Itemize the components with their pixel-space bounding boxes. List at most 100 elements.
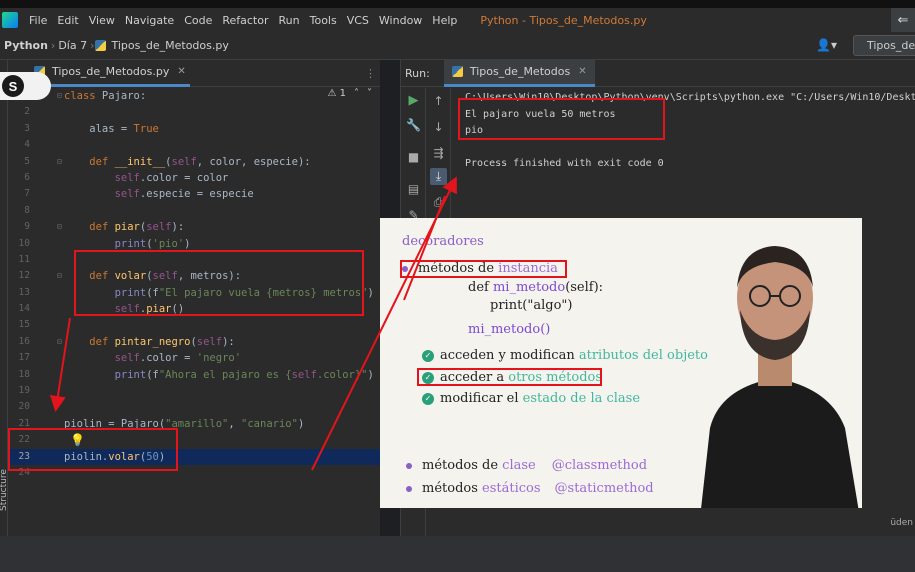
- line-number[interactable]: 20: [8, 399, 30, 415]
- menu-help[interactable]: Help: [427, 14, 462, 27]
- menu-view[interactable]: View: [84, 14, 120, 27]
- code-line[interactable]: 18 print(f"Ahora el pajaro es {self.colo…: [8, 367, 380, 383]
- window-back-icon[interactable]: ⇐: [891, 8, 915, 32]
- wrench-icon[interactable]: 🔧: [405, 116, 422, 133]
- code-line-text: def pintar_negro(self):: [89, 335, 235, 348]
- code-line[interactable]: 5 ⊟ def __init__(self, color, especie):: [8, 154, 380, 170]
- line-number[interactable]: 9: [8, 219, 30, 235]
- menu-navigate[interactable]: Navigate: [120, 14, 179, 27]
- annotation-box-call: [8, 428, 178, 471]
- run-tab[interactable]: Tipos_de_Metodos ✕: [443, 59, 595, 87]
- line-number[interactable]: 6: [8, 170, 30, 186]
- code-line[interactable]: 15: [8, 317, 380, 333]
- line-number[interactable]: 15: [8, 317, 30, 333]
- line-number[interactable]: 13: [8, 285, 30, 301]
- close-icon[interactable]: ✕: [578, 66, 586, 77]
- menu-window[interactable]: Window: [374, 14, 427, 27]
- line-number[interactable]: 12: [8, 268, 30, 284]
- code-line[interactable]: 16 ⊟ def pintar_negro(self):: [8, 334, 380, 350]
- code-line[interactable]: 7 self.especie = especie: [8, 186, 380, 202]
- rerun-icon[interactable]: ▶: [405, 92, 422, 109]
- line-number[interactable]: 4: [8, 137, 30, 153]
- code-line-text: def __init__(self, color, especie):: [89, 155, 311, 168]
- code-line[interactable]: 17 self.color = 'negro': [8, 350, 380, 366]
- run-tab-label: Tipos_de_Metodos: [469, 65, 571, 78]
- slide-check-attributes: ✓ acceden y modifican atributos del objet…: [422, 348, 708, 363]
- line-number[interactable]: 3: [8, 121, 30, 137]
- print-icon[interactable]: ⎙: [430, 194, 447, 211]
- navigation-bar: Python › Día 7 › Tipos_de_Metodos.py 👤▾ …: [0, 32, 915, 60]
- line-number[interactable]: 8: [8, 203, 30, 219]
- more-tabs-icon[interactable]: ⋮: [365, 67, 376, 80]
- line-number[interactable]: 19: [8, 383, 30, 399]
- code-line[interactable]: 6 self.color = color: [8, 170, 380, 186]
- stop-icon[interactable]: ■: [405, 148, 422, 165]
- scroll-to-end-icon[interactable]: ⤓: [430, 168, 447, 185]
- run-configuration-select[interactable]: Tipos_de: [853, 35, 915, 56]
- line-number[interactable]: 18: [8, 367, 30, 383]
- line-number[interactable]: 16: [8, 334, 30, 350]
- menu-refactor[interactable]: Refactor: [217, 14, 273, 27]
- code-line-text: class Pajaro:: [64, 90, 147, 102]
- code-line[interactable]: 4: [8, 137, 380, 153]
- editor-tab-file[interactable]: Tipos_de_Metodos.py ✕: [30, 60, 190, 87]
- soft-wrap-icon[interactable]: ⇶: [430, 144, 447, 161]
- menu-code[interactable]: Code: [179, 14, 217, 27]
- slide-print-line: print("algo"): [490, 298, 573, 313]
- fold-icon[interactable]: ⊟: [57, 219, 62, 235]
- line-number[interactable]: 14: [8, 301, 30, 317]
- breadcrumb-separator: ›: [90, 39, 95, 52]
- menu-file[interactable]: File: [24, 14, 52, 27]
- code-line[interactable]: 9 ⊟ def piar(self):: [8, 219, 380, 235]
- bullet-icon: [406, 485, 412, 492]
- check-icon: ✓: [422, 349, 434, 362]
- python-file-icon: [94, 40, 106, 51]
- layout-icon[interactable]: ▤: [405, 180, 422, 197]
- breadcrumb-project[interactable]: Python: [0, 39, 51, 52]
- code-line[interactable]: 19: [8, 383, 380, 399]
- code-line[interactable]: 8: [8, 203, 380, 219]
- menu-run[interactable]: Run: [274, 14, 305, 27]
- fold-icon[interactable]: ⊟: [57, 268, 62, 284]
- code-line-text: print(f"Ahora el pajaro es {self.color}"…: [114, 368, 374, 381]
- menu-edit[interactable]: Edit: [52, 14, 83, 27]
- annotation-box-instancia: [400, 260, 567, 278]
- code-line-text: def piar(self):: [89, 221, 185, 234]
- code-line[interactable]: 2: [8, 104, 380, 120]
- fold-icon[interactable]: ⊟: [57, 334, 62, 350]
- fold-icon[interactable]: ⊟: [57, 154, 62, 170]
- arrow-down-icon[interactable]: ↓: [430, 118, 447, 135]
- breadcrumb-file[interactable]: Tipos_de_Metodos.py: [109, 39, 232, 52]
- annotation-box-volar: [74, 250, 364, 316]
- console-line: Process finished with exit code 0: [465, 158, 664, 169]
- user-account-icon[interactable]: 👤▾: [816, 38, 837, 52]
- line-number[interactable]: 2: [8, 104, 30, 120]
- slide-static-methods: métodos estáticos @staticmethod: [406, 481, 654, 496]
- fold-icon[interactable]: ⊟: [57, 88, 62, 104]
- line-number[interactable]: 10: [8, 236, 30, 252]
- run-tab-bar: Run: Tipos_de_Metodos ✕: [401, 59, 915, 87]
- slide-static-a: métodos: [422, 481, 483, 496]
- close-icon[interactable]: ✕: [177, 66, 185, 77]
- editor-tab-bar: Tipos_de_Metodos.py ✕ ⋮: [8, 60, 380, 87]
- annotation-box-output: [458, 98, 665, 140]
- line-number[interactable]: 5: [8, 154, 30, 170]
- s-logo-icon: S: [2, 75, 24, 97]
- python-file-icon: [451, 66, 463, 77]
- line-number[interactable]: 11: [8, 252, 30, 268]
- breadcrumb-folder[interactable]: Día 7: [55, 39, 90, 52]
- menu-tools[interactable]: Tools: [305, 14, 342, 27]
- slide-call-line: mi_metodo(): [468, 322, 551, 337]
- code-line[interactable]: 20: [8, 399, 380, 415]
- watermark: üden: [890, 518, 913, 528]
- slide-check3-a: modificar el: [440, 391, 523, 406]
- line-number[interactable]: 17: [8, 350, 30, 366]
- code-line[interactable]: 3 alas = True: [8, 121, 380, 137]
- bullet-icon: [406, 462, 412, 469]
- line-number[interactable]: 7: [8, 186, 30, 202]
- slide-def-rest: (self):: [565, 280, 604, 295]
- arrow-up-icon[interactable]: ↑: [430, 92, 447, 109]
- menu-vcs[interactable]: VCS: [342, 14, 374, 27]
- code-line[interactable]: 1⊟class Pajaro:: [8, 88, 380, 104]
